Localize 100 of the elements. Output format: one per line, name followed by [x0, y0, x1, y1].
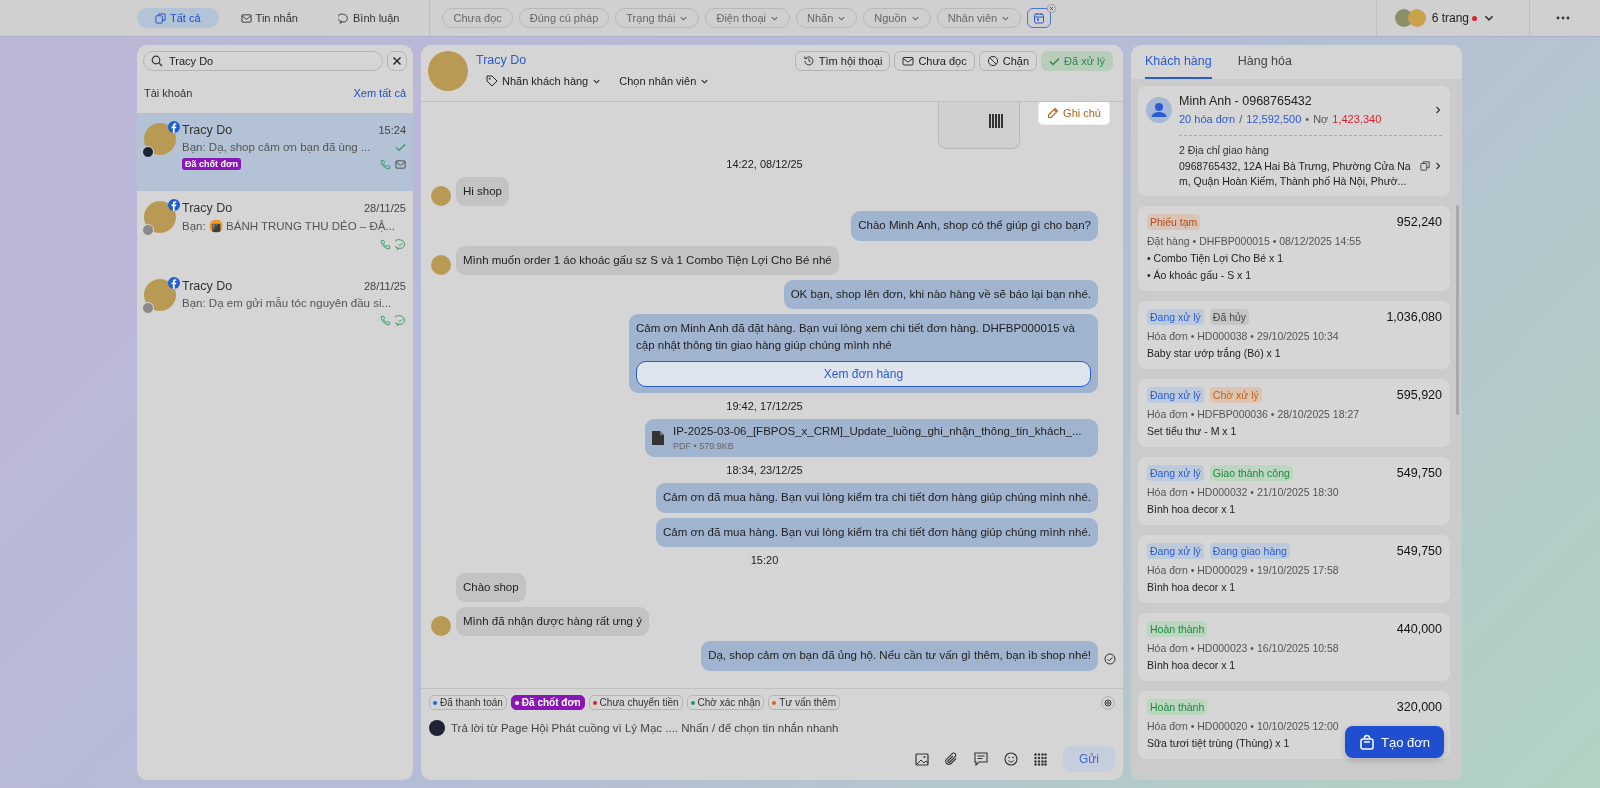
apps-grid-icon[interactable]: [1033, 752, 1047, 766]
separator: /: [1239, 113, 1243, 125]
order-card[interactable]: Đang xử lý Giao thành công 549,750 Hóa đơn • HD000032 • 21/10/2025 18:30 Bình hoa decor x 1: [1138, 457, 1450, 526]
conversation-time: 28/11/25: [364, 280, 406, 292]
message-preview: Bạn: Dạ, shop cảm ơn bạn đã ùng ...: [182, 141, 371, 153]
contact-name[interactable]: Tracy Do: [476, 53, 710, 67]
customer-name: Minh Anh - 0968765432: [1179, 94, 1313, 108]
order-item: Bình hoa decor x 1: [1147, 581, 1236, 594]
order-status-badge: Chờ xử lý: [1209, 387, 1262, 404]
order-item: Bình hoa decor x 1: [1147, 503, 1236, 516]
file-size: PDF • 579.9KB: [673, 439, 735, 453]
timestamp: 14:22, 08/12/25: [725, 158, 804, 170]
filter-chip[interactable]: Đúng cú pháp: [518, 8, 610, 28]
order-card[interactable]: Đang xử lý Chờ xử lý 595,920 Hóa đơn • HDFBP000036 • 28/10/2025 18:27 Set tiểu thư - M x 1: [1138, 379, 1450, 448]
order-item: • Áo khoác gấu - S x 1: [1147, 269, 1252, 282]
action-button[interactable]: Chặn: [978, 51, 1037, 71]
history-icon: [802, 55, 815, 67]
order-info: Hóa đơn • HD000023 • 16/10/2025 10:58: [1147, 642, 1340, 655]
message-template-icon[interactable]: [973, 752, 988, 766]
image-attachment-placeholder[interactable]: [938, 102, 1020, 149]
reply-input[interactable]: Trả lời từ Page Hội Phát cuồng vì Lý Mạc .... Nhấn / để chọn tin nhắn nhanh: [451, 722, 1115, 734]
section-title: Tài khoản: [144, 87, 193, 99]
calendar-icon: [1033, 12, 1046, 24]
mail-icon: [902, 55, 915, 67]
customer-label-dropdown[interactable]: Nhãn khách hàng: [486, 75, 602, 87]
outgoing-message: Cảm ơn đã mua hàng. Bạn vui lòng kiểm tra chi tiết đơn hàng giúp chúng mình nhé.: [655, 517, 1098, 547]
incoming-message: Hi shop: [456, 177, 509, 207]
filter-chip[interactable]: Trạng thái: [615, 8, 700, 28]
chat-icon: [338, 12, 349, 24]
see-all-link[interactable]: Xem tất cả: [353, 87, 406, 99]
total-spent: 12,592,500: [1246, 113, 1302, 125]
pdf-file-icon: [651, 429, 665, 446]
phone-icon: [380, 158, 391, 170]
timestamp: 18:34, 23/12/25: [725, 464, 804, 477]
more-icon[interactable]: [1556, 16, 1570, 20]
conversation-item[interactable]: Tracy Do 28/11/25 Bạn: Dạ em gửi mẫu tóc nguyên đầu si...: [137, 269, 413, 347]
quick-tag[interactable]: Tư vấn thêm: [768, 695, 840, 710]
emoji-icon[interactable]: [1003, 752, 1018, 766]
view-tab[interactable]: Tất cả: [137, 8, 219, 28]
status-tag: Đã chốt đơn: [182, 158, 241, 170]
order-info: Hóa đơn • HDFBP000036 • 28/10/2025 18:27: [1147, 408, 1361, 421]
view-tab[interactable]: Tin nhắn: [222, 8, 316, 28]
outgoing-message: Chào Minh Anh, shop có thể giúp gì cho bạn?: [851, 211, 1098, 241]
filter-chip[interactable]: Nguồn: [863, 8, 931, 28]
order-card[interactable]: Phiếu tạm 952,240 Đặt hàng • DHFBP000015 • 08/12/2025 14:55 • Combo Tiện Lợi Cho Bé x 1 • Áo khoác gấu - S x 1: [1138, 206, 1450, 292]
order-status-badge: Đang giao hàng: [1209, 543, 1290, 560]
file-attachment[interactable]: IP-2025-03-06_[FBPOS_x_CRM]_Update_luồng_ghi_nhận_thông_tin_khách_... PDF • 579.9KB: [645, 418, 1098, 458]
quick-tag[interactable]: Chờ xác nhận: [686, 695, 765, 710]
mail-icon: [240, 12, 252, 24]
order-amount: 549,750: [1396, 544, 1442, 559]
clear-search-button[interactable]: [387, 51, 407, 71]
view-order-button[interactable]: Xem đơn hàng: [636, 360, 1091, 387]
quick-tag[interactable]: Chưa chuyển tiền: [588, 695, 683, 710]
tag-icon: [486, 75, 498, 87]
conversation-item[interactable]: Tracy Do 15:24 Bạn: Dạ, shop cảm ơn bạn đã ùng ... Đã chốt đơn: [137, 113, 413, 191]
chevron-right-icon[interactable]: [1434, 104, 1442, 115]
agent-avatar-icon: [142, 302, 154, 314]
agent-avatar-icon: [142, 224, 154, 236]
view-tab[interactable]: Bình luận: [320, 8, 418, 28]
contact-name: Tracy Do: [182, 201, 233, 215]
filter-chip[interactable]: Chưa đọc: [442, 8, 513, 28]
filter-chip[interactable]: Nhân viên: [936, 8, 1022, 28]
message-preview: Bạn: Dạ em gửi mẫu tóc nguyên đầu si...: [182, 297, 392, 309]
invoice-count[interactable]: 20 hóa đơn: [1179, 113, 1236, 125]
debt-label: Nợ: [1313, 113, 1329, 125]
outgoing-message: Dạ, shop cảm ơn bạn đã ủng hộ. Nếu cần tư vấn gì thêm, bạn ib shop nhé!: [701, 641, 1098, 671]
create-order-button[interactable]: Tạo đơn: [1345, 726, 1444, 758]
filter-chip[interactable]: Điện thoại: [705, 8, 790, 28]
order-card[interactable]: Đang xử lý Đang giao hàng 549,750 Hóa đơn • HD000029 • 19/10/2025 17:58 Bình hoa decor x 1: [1138, 535, 1450, 604]
action-button[interactable]: Tìm hội thoại: [794, 51, 891, 71]
note-button[interactable]: Ghi chú: [1039, 102, 1109, 124]
paperclip-icon[interactable]: [944, 752, 958, 766]
panel-tab[interactable]: Hàng hóa: [1237, 45, 1292, 79]
chat-check-icon: [395, 314, 406, 326]
order-info: Hóa đơn • HD000032 • 21/10/2025 18:30: [1147, 486, 1340, 499]
incoming-message: Chào shop: [456, 572, 526, 602]
close-icon[interactable]: [1047, 4, 1057, 13]
debt-amount: 1,423,340: [1332, 113, 1382, 125]
message-preview: Bạn: 🍘 BÁNH TRUNG THU DẺO – ĐẬ...: [182, 219, 395, 233]
shopping-bag-icon: [1359, 734, 1375, 750]
settings-icon[interactable]: [1101, 695, 1115, 710]
chevron-right-icon[interactable]: [1434, 161, 1442, 172]
action-button[interactable]: Chưa đọc: [894, 51, 975, 71]
facebook-icon: [168, 199, 180, 211]
order-status-badge: Phiếu tạm: [1147, 214, 1201, 231]
image-icon[interactable]: [914, 752, 929, 766]
quick-tag[interactable]: Đã thanh toán: [429, 695, 507, 710]
order-card[interactable]: Đang xử lý Đã hủy 1,036,080 Hóa đơn • HD000038 • 29/10/2025 10:34 Baby star ướp trắng (Bó) x 1: [1138, 301, 1450, 370]
copy-icon[interactable]: [1420, 161, 1430, 172]
conversation-item[interactable]: Tracy Do 28/11/25 Bạn: 🍘 BÁNH TRUNG THU DẺO – ĐẬ...: [137, 191, 413, 269]
search-field[interactable]: Tracy Do: [143, 51, 383, 71]
order-status-badge: Đã hủy: [1209, 309, 1250, 326]
pages-label[interactable]: 6 trang: [1431, 11, 1469, 25]
staff-dropdown[interactable]: Chọn nhân viên: [619, 75, 710, 87]
timestamp: 19:42, 17/12/25: [725, 399, 804, 412]
order-card[interactable]: Hoàn thành 440,000 Hóa đơn • HD000023 • 16/10/2025 10:58 Bình hoa decor x 1: [1138, 613, 1450, 682]
quick-tag[interactable]: Đã chốt đơn: [510, 695, 585, 710]
filter-chip[interactable]: Nhãn: [796, 8, 858, 28]
phone-icon: [380, 238, 391, 250]
pencil-icon: [1047, 107, 1060, 119]
